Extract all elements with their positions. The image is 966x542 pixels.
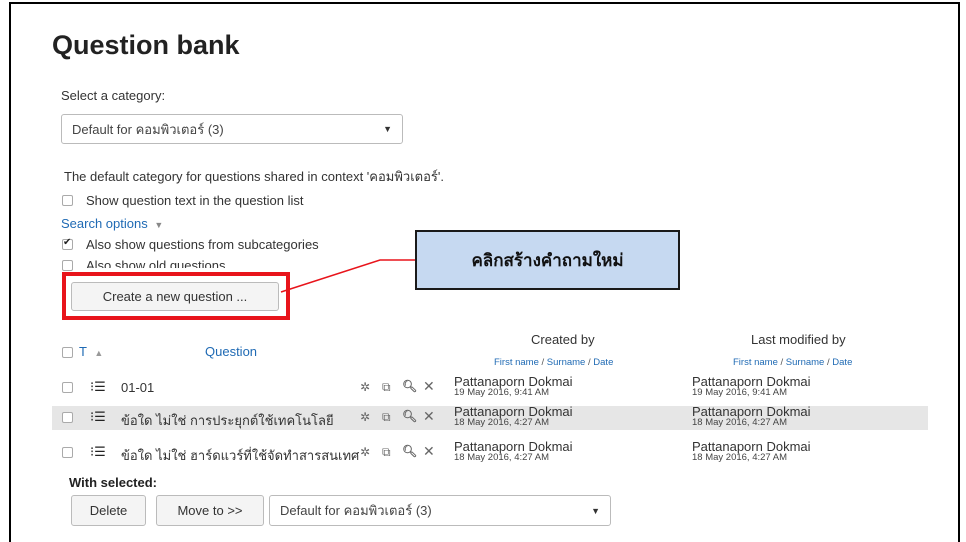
callout-connector xyxy=(280,259,416,293)
select-all-checkbox[interactable] xyxy=(62,347,73,358)
duplicate-icon[interactable]: ⧉ xyxy=(382,445,391,460)
modified-by-header: Last modified by xyxy=(751,332,846,347)
modified-date: 19 May 2016, 9:41 AM xyxy=(692,387,788,398)
created-date: 19 May 2016, 9:41 AM xyxy=(454,387,550,398)
modified-date: 18 May 2016, 4:27 AM xyxy=(692,452,788,463)
callout-box: คลิกสร้างคำถามใหม่ xyxy=(415,230,680,290)
multichoice-icon: ⁝☰ xyxy=(90,410,106,425)
with-selected-label: With selected: xyxy=(69,475,158,490)
created-sort-links: First name / Surname / Date xyxy=(494,357,613,368)
gear-icon[interactable]: ✲ xyxy=(360,410,370,424)
duplicate-icon[interactable]: ⧉ xyxy=(382,410,391,425)
close-icon[interactable]: ✕ xyxy=(423,444,435,460)
type-header-label: T xyxy=(79,344,87,359)
multichoice-icon: ⁝☰ xyxy=(90,445,106,460)
subcategories-label: Also show questions from subcategories xyxy=(86,237,319,252)
callout-text: คลิกสร้างคำถามใหม่ xyxy=(471,250,624,271)
caret-down-icon: ▼ xyxy=(383,124,392,134)
move-target-select[interactable]: Default for คอมพิวเตอร์ (3) ▼ xyxy=(269,495,611,526)
type-sort-header[interactable]: T ▲ xyxy=(79,344,103,359)
category-select-value: Default for คอมพิวเตอร์ (3) xyxy=(72,121,224,137)
search-options-label: Search options xyxy=(61,216,148,231)
show-text-label: Show question text in the question list xyxy=(86,193,304,208)
context-note: The default category for questions share… xyxy=(64,169,444,184)
subcategories-checkbox[interactable] xyxy=(62,237,73,250)
sort-separator: / xyxy=(777,357,786,368)
modified-sort-firstname[interactable]: First name xyxy=(733,357,778,368)
sort-separator: / xyxy=(538,357,547,368)
table-row: ⁝☰ ข้อใด ไม่ใช่ การประยุกต์ใช้เทคโนโลยี … xyxy=(52,405,928,430)
search-options-link[interactable]: Search options ▼ xyxy=(61,216,163,231)
table-row: ⁝☰ ข้อใด ไม่ใช่ ฮาร์ดแวร์ที่ใช้จัดทำสารส… xyxy=(52,440,928,465)
created-sort-date[interactable]: Date xyxy=(593,357,613,368)
table-row: ⁝☰ 01-01 ✲ ⧉ 🔍︎ ✕ Pattanaporn Dokmai 19 M… xyxy=(52,375,928,400)
created-sort-surname[interactable]: Surname xyxy=(547,357,586,368)
modified-sort-links: First name / Surname / Date xyxy=(733,357,852,368)
caret-down-icon: ▼ xyxy=(591,505,600,516)
category-select[interactable]: Default for คอมพิวเตอร์ (3) ▼ xyxy=(61,114,403,144)
modified-sort-surname[interactable]: Surname xyxy=(786,357,825,368)
row-checkbox[interactable] xyxy=(62,382,73,393)
gear-icon[interactable]: ✲ xyxy=(360,445,370,459)
move-to-button[interactable]: Move to >> xyxy=(156,495,264,526)
page-title: Question bank xyxy=(52,30,240,60)
modified-sort-date[interactable]: Date xyxy=(832,357,852,368)
close-icon[interactable]: ✕ xyxy=(423,409,435,425)
close-icon[interactable]: ✕ xyxy=(423,379,435,395)
question-name: ข้อใด ไม่ใช่ การประยุกต์ใช้เทคโนโลยี xyxy=(121,413,334,428)
magnifier-icon[interactable]: 🔍︎ xyxy=(402,409,417,423)
move-target-value: Default for คอมพิวเตอร์ (3) xyxy=(280,503,432,518)
created-sort-firstname[interactable]: First name xyxy=(494,357,539,368)
show-text-checkbox[interactable] xyxy=(62,195,73,206)
modified-date: 18 May 2016, 4:27 AM xyxy=(692,417,788,428)
category-label: Select a category: xyxy=(61,88,166,103)
question-sort-header[interactable]: Question xyxy=(205,344,257,359)
delete-button[interactable]: Delete xyxy=(71,495,146,526)
multichoice-icon: ⁝☰ xyxy=(90,380,106,395)
created-date: 18 May 2016, 4:27 AM xyxy=(454,417,550,428)
caret-down-icon: ▼ xyxy=(154,220,164,230)
old-questions-label: Also show old questions xyxy=(86,258,226,268)
duplicate-icon[interactable]: ⧉ xyxy=(382,380,391,395)
sort-asc-icon: ▲ xyxy=(94,348,104,358)
created-date: 18 May 2016, 4:27 AM xyxy=(454,452,550,463)
question-name: 01-01 xyxy=(121,380,155,395)
row-checkbox[interactable] xyxy=(62,412,73,423)
gear-icon[interactable]: ✲ xyxy=(360,380,370,394)
magnifier-icon[interactable]: 🔍︎ xyxy=(402,444,417,458)
question-name: ข้อใด ไม่ใช่ ฮาร์ดแวร์ที่ใช้จัดทำสารสนเท… xyxy=(121,448,360,463)
row-checkbox[interactable] xyxy=(62,447,73,458)
old-questions-checkbox[interactable] xyxy=(62,260,73,271)
highlight-box xyxy=(62,272,290,320)
magnifier-icon[interactable]: 🔍︎ xyxy=(402,379,417,393)
created-by-header: Created by xyxy=(531,332,595,347)
